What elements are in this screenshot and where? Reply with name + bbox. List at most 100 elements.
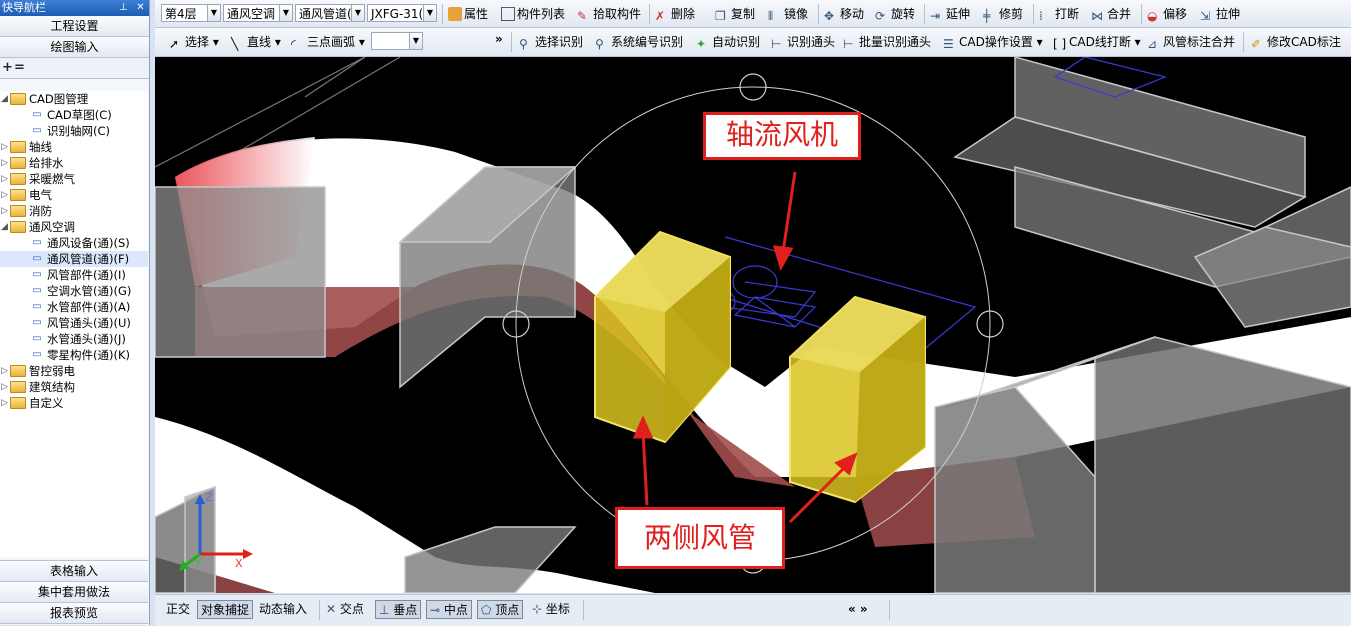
tree-item[interactable]: ▭ 风管部件(通)(I) <box>0 267 148 283</box>
expand-icon[interactable]: ▷ <box>1 175 10 184</box>
component-type-select[interactable]: 通风管道(▼ <box>295 4 365 22</box>
tree-item[interactable]: ▭ 零星构件(通)(K) <box>0 347 148 363</box>
select-recognize-button[interactable]: ⚲ 选择识别 <box>519 33 583 51</box>
line-style-select[interactable]: ▼ <box>371 32 423 50</box>
apply-method-button[interactable]: 集中套用做法 <box>0 582 148 603</box>
toolbar-overflow-button[interactable]: » <box>495 30 503 48</box>
rotate-button[interactable]: ⟳ 旋转 <box>875 5 915 23</box>
tree-folder[interactable]: ▷ 给排水 <box>0 155 148 171</box>
tree-folder[interactable]: ▷ 消防 <box>0 203 148 219</box>
fitting-icon: ⊢ <box>843 36 854 51</box>
coordinate-icon: ⊹ <box>532 602 546 616</box>
pin-icon[interactable]: ⊥ <box>117 1 130 14</box>
perpendicular-snap-toggle[interactable]: ⊥ 垂点 <box>375 600 422 619</box>
3d-viewport[interactable]: Z Y X 轴流风机 两侧风管 <box>155 57 1351 593</box>
ortho-toggle[interactable]: 正交 <box>163 600 193 619</box>
tree-item[interactable]: ▭ 水管通头(通)(J) <box>0 331 148 347</box>
component-list-button[interactable]: 构件列表 <box>501 5 565 23</box>
expand-icon[interactable]: ▷ <box>1 399 10 408</box>
folder-icon <box>10 204 26 217</box>
tree-folder[interactable]: ▷ 采暖燃气 <box>0 171 148 187</box>
tree-label: 空调水管(通)(G) <box>47 284 132 298</box>
tree-folder[interactable]: ◢ 通风空调 <box>0 219 148 235</box>
system-number-recognize-button[interactable]: ⚲ 系统编号识别 <box>595 33 683 51</box>
vertex-snap-toggle[interactable]: ⬠ 顶点 <box>477 600 524 619</box>
tree-item[interactable]: ▭ CAD草图(C) <box>0 107 148 123</box>
project-settings-button[interactable]: 工程设置 <box>0 16 149 37</box>
tree-item[interactable]: ▭ 识别轴网(C) <box>0 123 148 139</box>
collapse-icon[interactable]: ◢ <box>1 95 10 104</box>
edit-icon: ✐ <box>1251 36 1262 51</box>
copy-button[interactable]: ❐ 复制 <box>715 5 755 23</box>
stretch-button[interactable]: ⇲ 拉伸 <box>1200 5 1240 23</box>
coordinate-toggle[interactable]: ⊹ 坐标 <box>529 600 573 619</box>
tree-folder[interactable]: ◢ CAD图管理 <box>0 91 148 107</box>
component-icon: ▭ <box>32 285 42 296</box>
recognize-fitting-button[interactable]: ⊢ 识别通头 <box>771 33 835 51</box>
duct-label-merge-button[interactable]: ⊿ 风管标注合并 <box>1147 33 1235 51</box>
drawing-input-button[interactable]: 绘图输入 <box>0 37 149 58</box>
arc-icon: ◜ <box>291 36 296 51</box>
line-button[interactable]: ╲ 直线 ▾ <box>231 33 281 51</box>
tree-label: 电气 <box>29 188 52 202</box>
tree-folder[interactable]: ▷ 智控弱电 <box>0 363 148 379</box>
tree-item[interactable]: ▭ 通风管道(通)(F) <box>0 251 148 267</box>
auto-recognize-button[interactable]: ✦ 自动识别 <box>696 33 760 51</box>
merge-button[interactable]: ⋈ 合并 <box>1091 5 1131 23</box>
axis-z-label: Z <box>205 491 213 504</box>
component-select[interactable]: JXFG-31(▼ <box>367 4 437 22</box>
mirror-button[interactable]: ⫴ 镜像 <box>768 5 808 23</box>
properties-button[interactable]: 属性 <box>448 5 488 23</box>
tree-item[interactable]: ▭ 水管部件(通)(A) <box>0 299 148 315</box>
collapse-icon[interactable]: ◢ <box>1 223 10 232</box>
cad-line-break-button[interactable]: [ ] CAD线打断 ▾ <box>1053 33 1141 51</box>
cad-settings-button[interactable]: ☰ CAD操作设置 ▾ <box>943 33 1043 51</box>
axis-y-label: Y <box>194 557 202 570</box>
collapse-all-icon[interactable]: = <box>14 60 25 75</box>
expand-icon[interactable]: ▷ <box>1 143 10 152</box>
expand-icon[interactable]: ▷ <box>1 207 10 216</box>
intersection-snap-toggle[interactable]: ✕ 交点 <box>323 600 367 619</box>
expand-icon[interactable]: ▷ <box>1 191 10 200</box>
object-snap-toggle[interactable]: 对象捕捉 <box>197 600 254 619</box>
tree-folder[interactable]: ▷ 建筑结构 <box>0 379 148 395</box>
tree-folder[interactable]: ▷ 电气 <box>0 187 148 203</box>
break-button[interactable]: ⁞ 打断 <box>1039 5 1079 23</box>
floor-select[interactable]: 第4层 ▼ <box>161 4 221 22</box>
move-button[interactable]: ✥ 移动 <box>824 5 864 23</box>
tree-folder[interactable]: ▷ 自定义 <box>0 395 148 411</box>
folder-icon <box>10 156 26 169</box>
tree-item[interactable]: ▭ 风管通头(通)(U) <box>0 315 148 331</box>
table-input-button[interactable]: 表格输入 <box>0 560 148 582</box>
arc-button[interactable]: ◜ 三点画弧 ▾ <box>291 33 365 51</box>
batch-recognize-fitting-button[interactable]: ⊢ 批量识别通头 <box>843 33 931 51</box>
folder-icon <box>10 188 26 201</box>
expand-icon[interactable]: ▷ <box>1 383 10 392</box>
tree-label: CAD图管理 <box>29 92 89 106</box>
folder-icon <box>10 140 26 153</box>
dynamic-input-toggle[interactable]: 动态输入 <box>256 600 310 619</box>
status-nav-arrows[interactable]: « » <box>845 600 871 619</box>
discipline-select[interactable]: 通风空调 ▼ <box>223 4 293 22</box>
tree-item[interactable]: ▭ 通风设备(通)(S) <box>0 235 148 251</box>
expand-icon[interactable]: ▷ <box>1 159 10 168</box>
extend-button[interactable]: ⇥ 延伸 <box>930 5 970 23</box>
pick-component-button[interactable]: ✎ 拾取构件 <box>577 5 641 23</box>
delete-button[interactable]: ✗ 删除 <box>655 5 695 23</box>
intersection-icon: ✕ <box>326 602 340 616</box>
modify-cad-label-button[interactable]: ✐ 修改CAD标注 <box>1251 33 1341 51</box>
tree-item[interactable]: ▭ 空调水管(通)(G) <box>0 283 148 299</box>
tree-label: 零星构件(通)(K) <box>47 348 130 362</box>
expand-all-icon[interactable]: + <box>2 60 13 75</box>
discipline-value: 通风空调 <box>227 7 276 21</box>
component-icon: ▭ <box>32 125 42 136</box>
offset-button[interactable]: ◒ 偏移 <box>1147 5 1187 23</box>
report-preview-button[interactable]: 报表预览 <box>0 603 148 624</box>
ducts-callout: 两侧风管 <box>615 507 785 569</box>
trim-button[interactable]: ╪ 修剪 <box>983 5 1023 23</box>
expand-icon[interactable]: ▷ <box>1 367 10 376</box>
close-icon[interactable]: ✕ <box>134 1 147 14</box>
select-button[interactable]: ➚ 选择 ▾ <box>169 33 219 51</box>
tree-folder[interactable]: ▷ 轴线 <box>0 139 148 155</box>
midpoint-snap-toggle[interactable]: ⊸ 中点 <box>426 600 472 619</box>
